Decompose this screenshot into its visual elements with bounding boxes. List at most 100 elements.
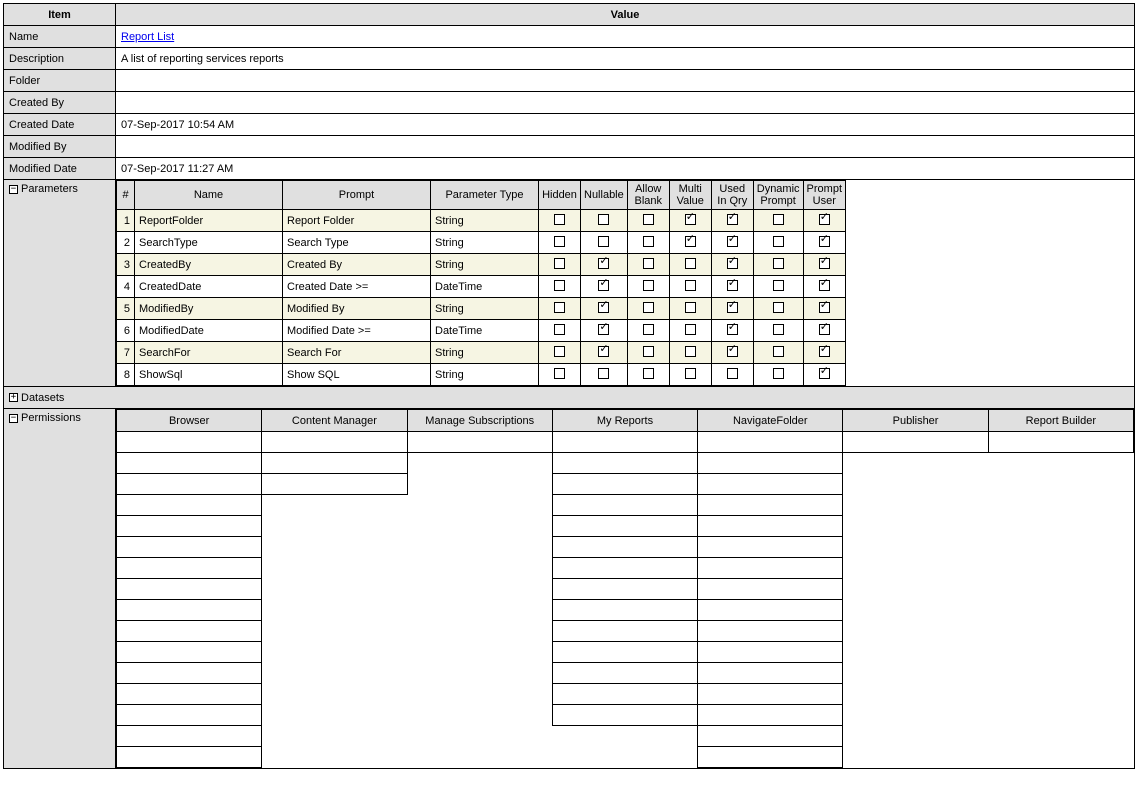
permission-cell	[988, 621, 1133, 642]
param-usedinqry	[711, 210, 753, 232]
checkbox-unchecked-icon	[685, 280, 696, 291]
param-prompt: Created Date >=	[283, 276, 431, 298]
permission-cell	[407, 684, 552, 705]
param-dynamicprompt	[753, 232, 803, 254]
checkbox-unchecked-icon	[773, 236, 784, 247]
collapse-icon[interactable]: −	[9, 185, 18, 194]
permission-cell	[988, 579, 1133, 600]
parameters-table: # Name Prompt Parameter Type Hidden Null…	[116, 180, 846, 386]
permission-cell	[552, 453, 697, 474]
permission-cell	[988, 495, 1133, 516]
permission-cell	[698, 537, 843, 558]
permission-header: Browser	[117, 410, 262, 432]
param-header-hidden: Hidden	[539, 181, 581, 210]
checkbox-unchecked-icon	[554, 214, 565, 225]
checkbox-checked-icon	[819, 368, 830, 379]
param-ptype: String	[431, 232, 539, 254]
param-num: 1	[117, 210, 135, 232]
param-dynamicprompt	[753, 298, 803, 320]
parameter-row: 3CreatedByCreated ByString	[117, 254, 846, 276]
permission-cell	[843, 579, 988, 600]
param-hidden	[539, 276, 581, 298]
checkbox-unchecked-icon	[773, 324, 784, 335]
row-parameters-label: −Parameters	[4, 180, 116, 387]
permission-cell	[117, 537, 262, 558]
permission-cell	[407, 642, 552, 663]
permission-header: NavigateFolder	[698, 410, 843, 432]
permission-cell	[988, 558, 1133, 579]
row-createddate-value: 07-Sep-2017 10:54 AM	[116, 114, 1135, 136]
permission-cell	[698, 705, 843, 726]
param-header-usedinqry: Used In Qry	[711, 181, 753, 210]
collapse-icon[interactable]: −	[9, 414, 18, 423]
permission-cell	[988, 432, 1133, 453]
checkbox-unchecked-icon	[598, 214, 609, 225]
permission-cell	[117, 600, 262, 621]
permission-cell	[117, 474, 262, 495]
permission-cell	[407, 726, 552, 747]
permission-cell	[117, 432, 262, 453]
param-promptuser	[803, 210, 845, 232]
param-allowblank	[627, 232, 669, 254]
param-usedinqry	[711, 276, 753, 298]
report-properties-table: Item Value Name Report List Description …	[3, 3, 1135, 769]
permission-cell	[698, 474, 843, 495]
parameter-row: 4CreatedDateCreated Date >=DateTime	[117, 276, 846, 298]
row-createdby-value	[116, 92, 1135, 114]
permission-cell	[262, 516, 407, 537]
checkbox-checked-icon	[819, 214, 830, 225]
checkbox-checked-icon	[727, 324, 738, 335]
parameter-row: 1ReportFolderReport FolderString	[117, 210, 846, 232]
permission-cell	[552, 726, 697, 747]
checkbox-unchecked-icon	[554, 258, 565, 269]
checkbox-unchecked-icon	[554, 280, 565, 291]
param-header-allowblank: Allow Blank	[627, 181, 669, 210]
param-hidden	[539, 254, 581, 276]
param-promptuser	[803, 232, 845, 254]
permission-row	[117, 537, 1134, 558]
permission-cell	[117, 558, 262, 579]
permission-cell	[117, 516, 262, 537]
permission-cell	[552, 495, 697, 516]
permission-cell	[552, 516, 697, 537]
permission-cell	[117, 453, 262, 474]
checkbox-checked-icon	[685, 214, 696, 225]
permission-cell	[843, 705, 988, 726]
expand-icon[interactable]: +	[9, 393, 18, 402]
param-dynamicprompt	[753, 342, 803, 364]
param-allowblank	[627, 320, 669, 342]
permission-cell	[407, 495, 552, 516]
permission-cell	[843, 474, 988, 495]
permission-cell	[407, 516, 552, 537]
row-modifiedby-label: Modified By	[4, 136, 116, 158]
permission-cell	[407, 663, 552, 684]
report-name-link[interactable]: Report List	[121, 31, 174, 43]
param-header-num: #	[117, 181, 135, 210]
permission-cell	[988, 453, 1133, 474]
param-multivalue	[669, 342, 711, 364]
permission-cell	[407, 474, 552, 495]
row-permissions-label: −Permissions	[4, 409, 116, 769]
checkbox-unchecked-icon	[554, 302, 565, 313]
checkbox-unchecked-icon	[773, 214, 784, 225]
permission-row	[117, 579, 1134, 600]
permission-cell	[843, 432, 988, 453]
checkbox-unchecked-icon	[598, 368, 609, 379]
param-name: SearchType	[135, 232, 283, 254]
row-name-label: Name	[4, 26, 116, 48]
param-nullable	[581, 364, 628, 386]
permission-cell	[262, 495, 407, 516]
permission-cell	[262, 663, 407, 684]
param-allowblank	[627, 364, 669, 386]
permission-cell	[262, 579, 407, 600]
permission-cell	[988, 600, 1133, 621]
permission-cell	[407, 579, 552, 600]
permission-row	[117, 684, 1134, 705]
permission-cell	[552, 558, 697, 579]
checkbox-checked-icon	[727, 236, 738, 247]
param-header-prompt: Prompt	[283, 181, 431, 210]
permission-cell	[988, 516, 1133, 537]
param-promptuser	[803, 320, 845, 342]
permission-row	[117, 642, 1134, 663]
permission-cell	[698, 663, 843, 684]
